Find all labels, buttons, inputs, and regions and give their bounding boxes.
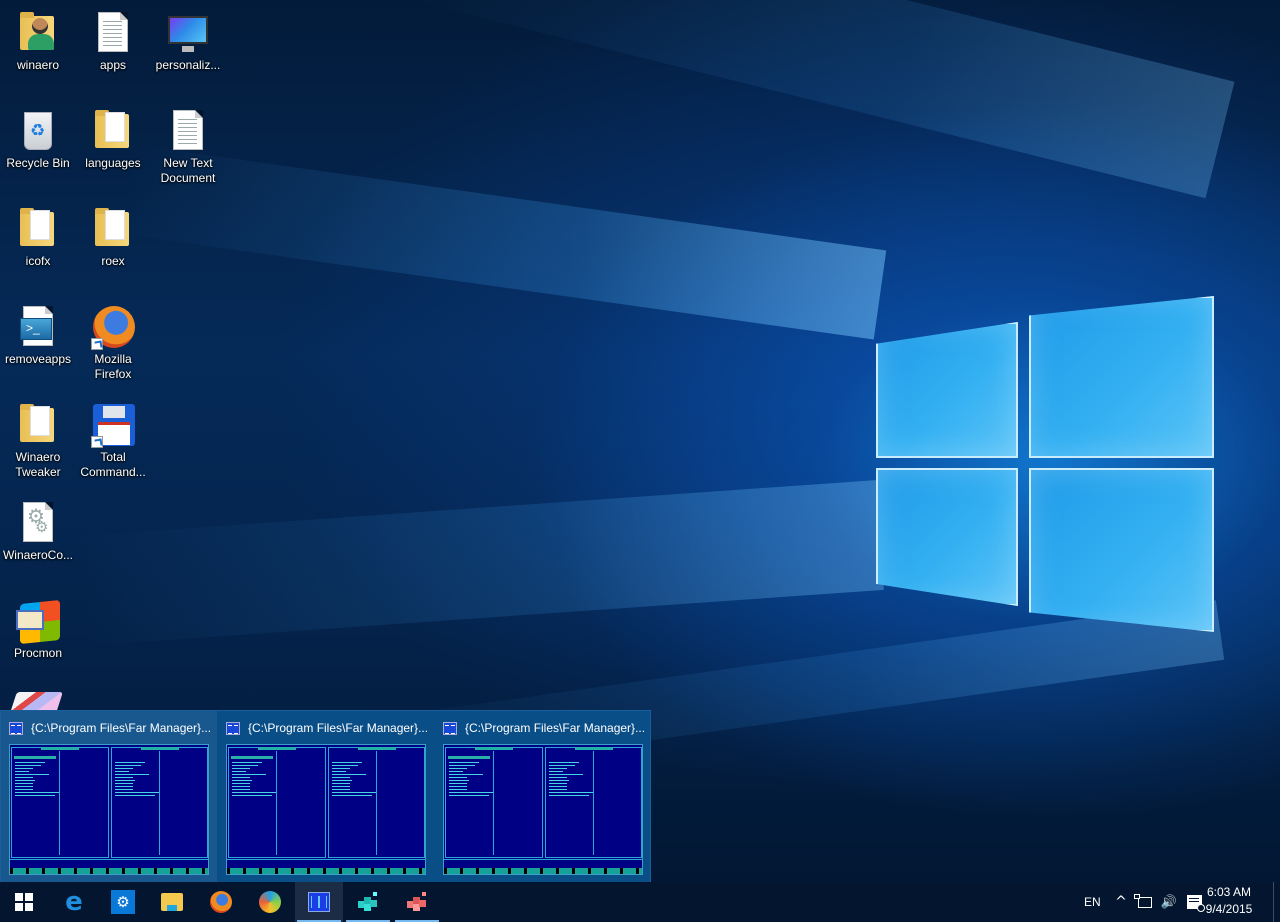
far-manager-icon (308, 892, 330, 912)
window-thumbnail (9, 744, 209, 875)
desktop-icon-apps[interactable]: apps (75, 8, 151, 73)
clock-time: 6:03 AM (1206, 885, 1252, 899)
desktop-icon-recycle-bin[interactable]: Recycle Bin (0, 106, 76, 171)
taskbar: e ⚙ EN ^ 🔊 6:03 AM 9/4/2015 (0, 882, 1280, 922)
desktop-icon-label: personaliz... (155, 58, 221, 72)
desktop-icon-label: Total Command... (80, 450, 146, 479)
network-icon (1134, 893, 1152, 908)
window-preview-3[interactable]: {C:\Program Files\Far Manager}... (435, 711, 651, 883)
swirl-icon (259, 891, 281, 913)
desktop-icon-label: apps (99, 58, 127, 72)
folder-icon (14, 204, 62, 252)
edge-icon: e (65, 887, 83, 917)
windows-logo-pane (876, 468, 1018, 606)
text-document-icon (164, 106, 212, 154)
desktop-icon-label: Mozilla Firefox (94, 352, 132, 381)
clock-date: 9/4/2015 (1205, 902, 1253, 916)
shortcut-arrow-icon (91, 436, 103, 448)
desktop-icon-label: languages (85, 156, 141, 170)
file-explorer-button[interactable] (148, 882, 196, 922)
desktop-icon-label: Winaero Tweaker (15, 450, 61, 479)
show-desktop-button[interactable] (1273, 882, 1280, 922)
start-button[interactable] (0, 882, 48, 922)
registry-editor-icon (405, 891, 429, 913)
folder-icon (89, 106, 137, 154)
folder-icon (14, 400, 62, 448)
powershell-script-icon: >_ (14, 302, 62, 350)
edge-button[interactable]: e (50, 882, 98, 922)
recycle-bin-icon (14, 106, 62, 154)
far-manager-icon (9, 721, 23, 735)
light-beam (78, 480, 884, 646)
window-preview-title: {C:\Program Files\Far Manager}... (248, 721, 428, 735)
settings-button[interactable]: ⚙ (99, 882, 147, 922)
desktop-icon-label: New Text Document (160, 156, 216, 185)
gear-icon: ⚙ (111, 890, 135, 914)
action-center-icon (1186, 895, 1205, 912)
desktop-icon-total-commander[interactable]: Total Command... (75, 400, 151, 480)
desktop-icon-label: Recycle Bin (6, 156, 70, 170)
desktop-icon-label: removeapps (4, 352, 72, 366)
desktop-icon-label: icofx (25, 254, 51, 268)
config-file-icon: ⚙ ⚙ (14, 498, 62, 546)
windows-logo-pane (1029, 468, 1214, 632)
desktop-icon-label: roex (101, 254, 125, 268)
desktop-icon-winaero[interactable]: winaero (0, 8, 76, 73)
swirl-app-button[interactable] (246, 882, 294, 922)
desktop-icon-new-text-document[interactable]: New Text Document (150, 106, 226, 186)
folder-icon (89, 204, 137, 252)
chevron-up-icon: ^ (1115, 894, 1127, 910)
regedit-red-button[interactable] (393, 882, 441, 922)
desktop-icon-removeapps[interactable]: >_ removeapps (0, 302, 76, 367)
text-document-icon (89, 8, 137, 56)
light-beam (121, 144, 887, 340)
desktop-icon-label: WinaeroCo... (2, 548, 74, 562)
light-beam (409, 0, 1235, 199)
window-preview-1[interactable]: {C:\Program Files\Far Manager}... (1, 711, 217, 883)
far-manager-button[interactable] (295, 882, 343, 922)
show-hidden-icons-button[interactable]: ^ (1112, 882, 1130, 922)
window-preview-title: {C:\Program Files\Far Manager}... (465, 721, 645, 735)
desktop-icon-label: winaero (16, 58, 60, 72)
folder-icon (161, 893, 183, 911)
desktop-icon-roex[interactable]: roex (75, 204, 151, 269)
input-language-indicator[interactable]: EN (1084, 882, 1101, 922)
far-manager-icon (226, 721, 240, 735)
total-commander-icon (89, 400, 137, 448)
user-folder-icon (14, 8, 62, 56)
shortcut-arrow-icon (91, 338, 103, 350)
language-label: EN (1084, 895, 1101, 909)
window-preview-2[interactable]: {C:\Program Files\Far Manager}... (218, 711, 434, 883)
firefox-button[interactable] (197, 882, 245, 922)
desktop-icon-winaeroco[interactable]: ⚙ ⚙ WinaeroCo... (0, 498, 76, 563)
window-thumbnail (443, 744, 643, 875)
far-manager-icon (443, 721, 457, 735)
desktop-icon-label: Procmon (13, 646, 63, 660)
desktop-icon-personalization[interactable]: personaliz... (150, 8, 226, 73)
desktop-icon-languages[interactable]: languages (75, 106, 151, 171)
firefox-icon (89, 302, 137, 350)
procmon-icon (14, 596, 62, 645)
action-center-button[interactable] (1184, 882, 1205, 922)
window-preview-title: {C:\Program Files\Far Manager}... (31, 721, 211, 735)
registry-editor-icon (356, 891, 380, 913)
clock[interactable]: 6:03 AM 9/4/2015 (1204, 884, 1254, 918)
network-button[interactable] (1134, 882, 1155, 922)
desktop-icon-icofx[interactable]: icofx (0, 204, 76, 269)
windows-logo-icon (15, 893, 33, 911)
regedit-cyan-button[interactable] (344, 882, 392, 922)
firefox-icon (210, 891, 232, 913)
desktop-icon-winaero-tweaker[interactable]: Winaero Tweaker (0, 400, 76, 480)
desktop-icon-procmon[interactable]: Procmon (0, 596, 76, 661)
partially-hidden-desktop-icon[interactable] (11, 692, 63, 710)
volume-button[interactable]: 🔊 (1158, 882, 1180, 922)
windows-logo-pane (876, 322, 1018, 458)
speaker-icon: 🔊 (1160, 894, 1178, 910)
desktop-icon-mozilla-firefox[interactable]: Mozilla Firefox (75, 302, 151, 382)
personalization-monitor-icon (164, 8, 212, 56)
windows-logo-pane (1029, 296, 1214, 458)
window-thumbnail (226, 744, 426, 875)
taskbar-thumbnail-preview: {C:\Program Files\Far Manager}... {C:\Pr… (0, 710, 651, 883)
